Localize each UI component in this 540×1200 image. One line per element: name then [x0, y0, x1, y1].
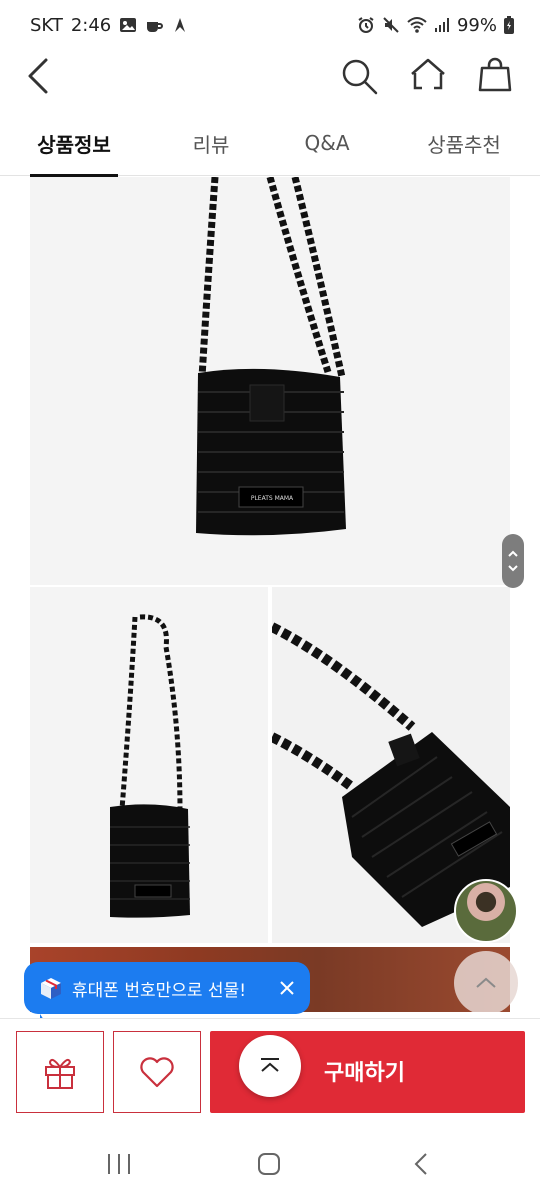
tab-qna[interactable]: Q&A: [290, 110, 364, 176]
product-tabs: 상품정보 리뷰 Q&A 상품추천: [0, 110, 540, 177]
product-detail-content: PLEATS MAMA: [0, 177, 540, 1012]
buy-button-label[interactable]: 구매하기: [324, 1055, 405, 1087]
search-icon: [342, 59, 378, 95]
recent-apps-icon: [108, 1154, 130, 1174]
tooltip-text: 휴대폰 번호만으로 선물!: [72, 980, 247, 1001]
battery-icon: [504, 16, 514, 34]
coffee-icon: [145, 16, 164, 34]
battery-percent: 99%: [456, 14, 497, 36]
chevron-down-icon[interactable]: [507, 564, 519, 572]
chevron-up-icon: [476, 977, 496, 988]
home-square-icon: [258, 1153, 280, 1175]
tab-product-info[interactable]: 상품정보: [30, 110, 118, 177]
home-icon: [411, 58, 445, 90]
alarm-icon: [357, 16, 375, 34]
gift-tooltip[interactable]: 휴대폰 번호만으로 선물!: [24, 962, 310, 1026]
clock-text: 2:46: [70, 14, 112, 36]
cart-button[interactable]: [472, 54, 518, 98]
purchase-action-bar: 구매하기: [0, 1018, 540, 1128]
product-image-main: PLEATS MAMA: [30, 177, 510, 585]
page-scroll-control[interactable]: [502, 534, 524, 588]
carrier-text: SKT: [30, 14, 63, 36]
close-icon[interactable]: [276, 977, 298, 999]
back-button[interactable]: [20, 54, 60, 98]
status-bar: SKT 2:46 99%: [0, 0, 540, 50]
gift-box-icon: [38, 975, 64, 1001]
home-nav-button[interactable]: [255, 1150, 283, 1178]
scroll-top-button[interactable]: [454, 951, 518, 1012]
wifi-icon: [407, 16, 427, 34]
mute-icon: [382, 16, 400, 34]
back-arrow-icon: [28, 58, 48, 94]
search-button[interactable]: [338, 54, 382, 98]
tab-reviews[interactable]: 리뷰: [178, 110, 244, 176]
recent-apps-button[interactable]: [104, 1150, 134, 1178]
shopping-bag-icon: [478, 57, 512, 92]
heart-icon: [140, 1057, 174, 1088]
product-image-left: [30, 587, 268, 943]
gift-icon: [45, 1058, 75, 1089]
back-chevron-icon: [414, 1153, 427, 1175]
app-notification-icon: [171, 16, 189, 34]
chevron-up-icon[interactable]: [507, 550, 519, 558]
gift-button[interactable]: [16, 1031, 104, 1113]
tab-recommendations[interactable]: 상품추천: [418, 110, 510, 176]
live-avatar[interactable]: [454, 879, 518, 943]
expand-options-button[interactable]: [239, 1035, 301, 1097]
chevron-up-bar-icon: [261, 1058, 279, 1072]
wishlist-button[interactable]: [113, 1031, 201, 1113]
home-button[interactable]: [404, 54, 452, 98]
app-bar: [0, 50, 540, 100]
gallery-icon: [119, 16, 137, 34]
signal-icon: [434, 16, 450, 34]
product-tag-label: PLEATS MAMA: [250, 494, 294, 502]
back-nav-button[interactable]: [408, 1150, 436, 1178]
system-nav-bar: [0, 1128, 540, 1200]
